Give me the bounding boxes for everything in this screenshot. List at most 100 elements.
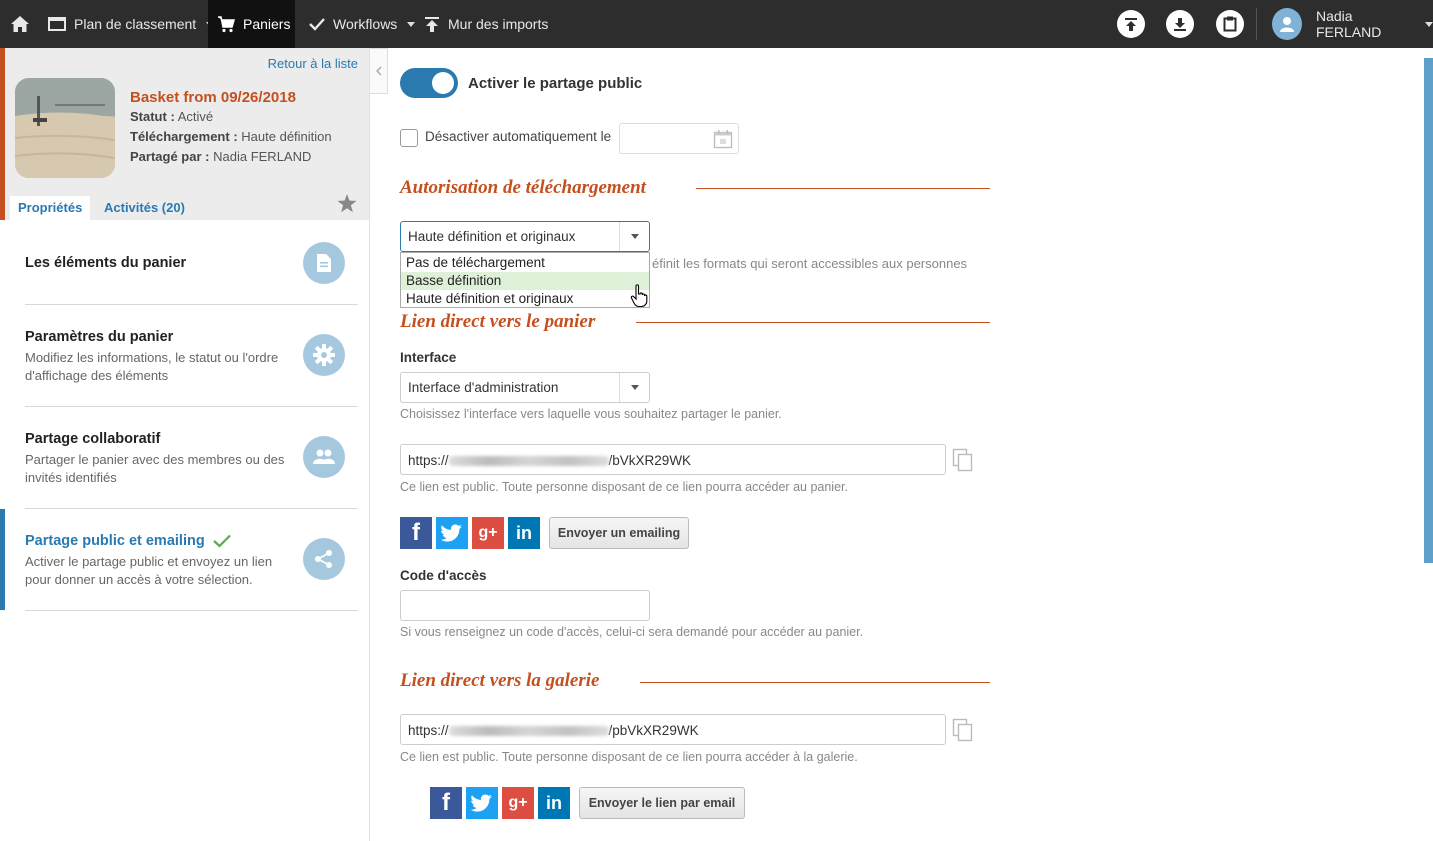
nav-mur-des-imports[interactable]: Mur des imports (424, 0, 548, 48)
gear-icon (303, 334, 345, 376)
menu-item-desc: Activer le partage public et envoyez un … (25, 554, 273, 587)
download-value: Haute définition (241, 129, 332, 144)
public-share-toggle[interactable] (400, 68, 458, 98)
access-code-label: Code d'accès (400, 568, 487, 583)
interface-label: Interface (400, 350, 457, 365)
nav-label: Workflows (333, 16, 398, 32)
cart-icon (217, 15, 235, 33)
interface-select[interactable]: Interface d'administration (400, 372, 650, 403)
twitter-share-button[interactable] (466, 787, 498, 819)
copy-icon[interactable] (952, 448, 974, 472)
section-divider (640, 682, 990, 683)
facebook-share-button[interactable]: f (400, 517, 432, 549)
facebook-share-button[interactable]: f (430, 787, 462, 819)
auto-disable-date-input[interactable] (619, 123, 739, 154)
download-button[interactable] (1166, 10, 1194, 38)
twitter-icon (471, 794, 493, 812)
url-prefix: https:// (408, 723, 449, 738)
dropdown-option-none[interactable]: Pas de téléchargement (401, 254, 649, 272)
back-to-list-link[interactable]: Retour à la liste (268, 56, 358, 71)
download-select[interactable]: Haute définition et originaux (400, 221, 650, 252)
menu-item-title: Partage public et emailing (25, 533, 205, 549)
users-icon (303, 436, 345, 478)
menu-item-parametres[interactable]: Paramètres du panier Modifiez les inform… (0, 305, 369, 406)
linkedin-share-button[interactable]: in (508, 517, 540, 549)
check-icon (212, 534, 231, 548)
copy-icon[interactable] (952, 718, 974, 742)
status-label: Statut : (130, 109, 175, 124)
gallery-url-input[interactable]: https:// /pbVkXR29WK (400, 714, 946, 745)
basket-status: Statut : Activé (130, 109, 213, 124)
chevron-down-icon[interactable] (619, 373, 649, 402)
calendar-icon[interactable] (713, 129, 733, 149)
basket-header: Retour à la liste Basket from 09/26/2018… (0, 48, 369, 220)
download-select-value: Haute définition et originaux (408, 229, 576, 244)
menu-item-partage-collaboratif[interactable]: Partage collaboratif Partager le panier … (0, 407, 369, 508)
download-dropdown: Pas de téléchargement Basse définition H… (400, 252, 650, 308)
nav-label: Plan de classement (74, 16, 197, 32)
twitter-icon (441, 524, 463, 542)
googleplus-icon: g+ (508, 794, 528, 811)
home-icon (10, 15, 30, 33)
folder-icon (48, 16, 66, 32)
tab-proprietes[interactable]: Propriétés (10, 196, 91, 220)
linkedin-share-button[interactable]: in (538, 787, 570, 819)
upload-icon (424, 16, 440, 33)
clipboard-icon (1223, 16, 1237, 32)
toggle-knob (432, 72, 454, 94)
tab-activites[interactable]: Activités (20) (96, 196, 193, 220)
send-link-email-button[interactable]: Envoyer le lien par email (579, 787, 745, 819)
googleplus-share-button[interactable]: g+ (502, 787, 534, 819)
status-value: Activé (177, 109, 214, 124)
auto-disable-checkbox[interactable] (400, 129, 418, 147)
hand-cursor-icon (630, 284, 648, 308)
clipboard-button[interactable] (1216, 10, 1244, 38)
basket-url-hint: Ce lien est public. Toute personne dispo… (400, 480, 848, 494)
download-hint: éfinit les formats qui seront accessible… (652, 256, 968, 271)
googleplus-share-button[interactable]: g+ (472, 517, 504, 549)
gallery-url-hint: Ce lien est public. Toute personne dispo… (400, 750, 858, 764)
share-icon (303, 538, 345, 580)
shared-label: Partagé par : (130, 149, 210, 164)
section-divider (636, 322, 990, 323)
nav-plan-de-classement[interactable]: Plan de classement (48, 0, 215, 48)
home-button[interactable] (10, 0, 30, 48)
favorite-star-icon[interactable] (337, 194, 357, 213)
linkedin-icon: in (516, 522, 532, 543)
download-icon (1173, 17, 1187, 32)
user-name: Nadia FERLAND (1315, 8, 1382, 40)
basket-shared-by: Partagé par : Nadia FERLAND (130, 149, 311, 164)
url-suffix: /bVkXR29WK (608, 453, 692, 468)
chevron-down-icon[interactable] (619, 222, 649, 251)
facebook-icon: f (442, 789, 450, 816)
nav-workflows[interactable]: Workflows (309, 0, 416, 48)
menu-item-partage-public[interactable]: Partage public et emailing Activer le pa… (0, 509, 369, 610)
collapse-panel-button[interactable] (370, 48, 388, 94)
dropdown-option-low[interactable]: Basse définition (401, 272, 649, 290)
scrollbar[interactable] (1424, 58, 1433, 563)
section-title-basket-link: Lien direct vers le panier (400, 311, 610, 333)
dropdown-option-high[interactable]: Haute définition et originaux (401, 290, 649, 308)
send-emailing-button[interactable]: Envoyer un emailing (549, 517, 689, 549)
avatar (1272, 8, 1302, 40)
access-code-input[interactable] (400, 590, 650, 621)
blurred-domain (448, 726, 609, 737)
user-menu[interactable]: Nadia FERLAND (1272, 0, 1433, 48)
nav-paniers[interactable]: Paniers (208, 0, 295, 48)
googleplus-icon: g+ (478, 524, 498, 541)
access-code-hint: Si vous renseignez un code d'accès, celu… (400, 625, 864, 639)
upload-button[interactable] (1117, 10, 1145, 38)
nav-label: Mur des imports (448, 16, 549, 32)
facebook-icon: f (412, 519, 420, 546)
section-title-download: Autorisation de téléchargement (400, 177, 660, 199)
chevron-left-icon (375, 66, 382, 76)
menu-item-desc: Partager le panier avec des membres ou d… (25, 452, 285, 485)
basket-url-input[interactable]: https:// /bVkXR29WK (400, 444, 946, 475)
basket-title: Basket from 09/26/2018 (130, 89, 296, 106)
top-navbar: Plan de classement Paniers Workflows Mur… (0, 0, 1433, 48)
document-icon (303, 242, 345, 284)
menu-item-title: Partage collaboratif (25, 431, 161, 447)
menu-item-elements[interactable]: Les éléments du panier (0, 220, 369, 304)
url-prefix: https:// (408, 453, 449, 468)
twitter-share-button[interactable] (436, 517, 468, 549)
